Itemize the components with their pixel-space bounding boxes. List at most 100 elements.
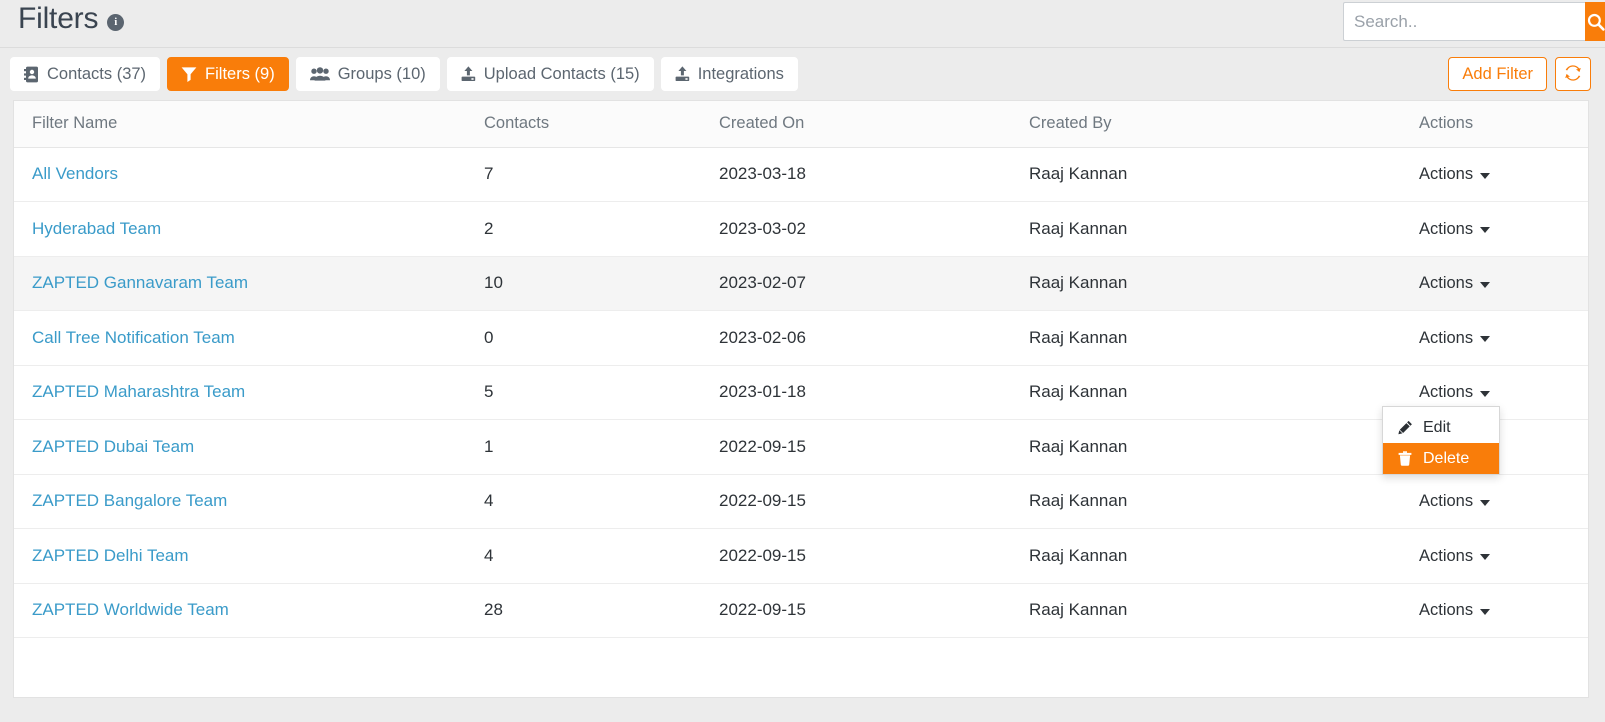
tab-filters-label: Filters (9)	[205, 64, 275, 83]
tab-groups-label: Groups (10)	[337, 64, 426, 83]
info-circle-icon[interactable]: i	[107, 13, 125, 31]
upload-icon	[675, 66, 690, 82]
table-row: ZAPTED Dubai Team12022-09-15Raaj KannanA…	[14, 419, 1588, 475]
users-icon	[309, 66, 330, 82]
refresh-button[interactable]	[1555, 57, 1591, 91]
actions-label: Actions	[1419, 492, 1474, 511]
filter-name-link[interactable]: ZAPTED Delhi Team	[32, 546, 189, 565]
upload-icon	[461, 66, 476, 82]
chevron-down-icon	[1480, 172, 1491, 179]
chevron-down-icon	[1480, 499, 1491, 506]
tab-filters[interactable]: Filters (9)	[167, 57, 289, 91]
cell-created-on: 2023-02-06	[719, 310, 1029, 366]
cell-actions: Actions	[1419, 583, 1588, 638]
column-header-created-on: Created On	[719, 101, 1029, 148]
search-button[interactable]	[1585, 2, 1605, 41]
actions-dropdown-menu: Edit Delete	[1382, 406, 1500, 475]
filter-name-link[interactable]: ZAPTED Worldwide Team	[32, 600, 229, 619]
filter-name-link[interactable]: ZAPTED Bangalore Team	[32, 491, 227, 510]
chevron-down-icon	[1480, 281, 1491, 288]
toolbar-right-actions: Add Filter	[1448, 57, 1591, 91]
filter-name-link[interactable]: Hyderabad Team	[32, 219, 161, 238]
address-book-icon	[24, 66, 39, 83]
actions-dropdown-toggle[interactable]: Actions	[1419, 165, 1491, 184]
tab-contacts[interactable]: Contacts (37)	[10, 57, 161, 91]
cell-actions: Actions	[1419, 201, 1588, 257]
page-title: Filters	[18, 2, 99, 35]
chevron-down-icon	[1480, 227, 1491, 234]
filter-name-link[interactable]: Call Tree Notification Team	[32, 328, 235, 347]
filter-name-link[interactable]: ZAPTED Gannavaram Team	[32, 273, 248, 292]
tab-integrations-label: Integrations	[697, 64, 784, 83]
cell-created-by: Raaj Kannan	[1029, 528, 1419, 584]
cell-created-on: 2023-01-18	[719, 365, 1029, 420]
table-head: Filter Name Contacts Created On Created …	[14, 101, 1588, 148]
cell-contacts: 10	[484, 256, 719, 311]
cell-contacts: 1	[484, 419, 719, 475]
dropdown-item-delete[interactable]: Delete	[1383, 443, 1499, 474]
cell-contacts: 7	[484, 147, 719, 202]
actions-label: Actions	[1419, 383, 1474, 402]
cell-filter-name: Call Tree Notification Team	[14, 310, 484, 366]
filters-page: Filters i Search.. Contacts (37) Filters…	[0, 0, 1605, 722]
tab-upload-contacts[interactable]: Upload Contacts (15)	[446, 57, 654, 91]
table-row: Call Tree Notification Team 0 2023-02-06 Ra…	[14, 310, 1588, 366]
cell-contacts: 5	[484, 365, 719, 420]
pencil-icon	[1397, 420, 1413, 435]
tab-upload-contacts-label: Upload Contacts (15)	[483, 64, 640, 83]
cell-created-on: 2023-03-18	[719, 147, 1029, 202]
column-header-created-by: Created By	[1029, 101, 1419, 148]
table-row: ZAPTED Gannavaram Team 10 2023-02-07 Raaj K…	[14, 256, 1588, 311]
filter-name-link[interactable]: All Vendors	[32, 164, 118, 183]
actions-dropdown-toggle[interactable]: Actions	[1419, 547, 1491, 566]
cell-created-on: 2022-09-15	[719, 419, 1029, 475]
dropdown-item-edit[interactable]: Edit	[1383, 412, 1499, 443]
cell-created-by: Raaj Kannan	[1029, 256, 1419, 311]
table-row: ZAPTED Maharashtra Team 5 2023-01-18 Raaj K…	[14, 365, 1588, 420]
column-header-filter-name: Filter Name	[14, 101, 484, 148]
actions-dropdown-toggle[interactable]: Actions	[1419, 219, 1491, 239]
cell-actions: Actions	[1419, 310, 1588, 366]
table-row: ZAPTED Worldwide Team 28 2022-09-15 Raaj Ka…	[14, 583, 1588, 638]
actions-label: Actions	[1419, 219, 1474, 238]
cell-created-by: Raaj Kannan	[1029, 310, 1419, 366]
column-header-contacts: Contacts	[484, 101, 719, 148]
cell-actions: Actions	[1419, 147, 1588, 202]
filter-name-link[interactable]: ZAPTED Dubai Team	[32, 437, 194, 456]
cell-created-on: 2023-03-02	[719, 201, 1029, 257]
tab-contacts-label: Contacts (37)	[47, 64, 147, 83]
search-box	[1343, 2, 1605, 41]
filter-name-link[interactable]: ZAPTED Maharashtra Team	[32, 382, 245, 401]
add-filter-button[interactable]: Add Filter	[1448, 57, 1547, 91]
table-row: All Vendors 7 2023-03-18 Raaj Kannan Actions	[14, 147, 1588, 202]
actions-dropdown-toggle[interactable]: Actions	[1419, 383, 1491, 402]
tab-groups[interactable]: Groups (10)	[295, 57, 440, 91]
cell-created-by: Raaj Kannan	[1029, 147, 1419, 202]
search-input[interactable]	[1343, 2, 1585, 41]
actions-dropdown-toggle[interactable]: Actions	[1419, 601, 1491, 620]
cell-actions: Actions	[1419, 256, 1588, 311]
page-title-wrap: Filters i	[18, 0, 125, 37]
actions-dropdown-toggle[interactable]: Actions	[1419, 492, 1491, 511]
cell-contacts: 4	[484, 474, 719, 529]
cell-contacts: 0	[484, 310, 719, 366]
chevron-down-icon	[1480, 554, 1491, 561]
page-header: Filters i	[0, 0, 1605, 47]
cell-filter-name: All Vendors	[14, 147, 484, 202]
cell-created-on: 2022-09-15	[719, 528, 1029, 584]
cell-contacts: 2	[484, 201, 719, 257]
cell-filter-name: ZAPTED Bangalore Team	[14, 474, 484, 529]
actions-label: Actions	[1419, 601, 1474, 620]
actions-dropdown-toggle[interactable]: Actions	[1419, 274, 1491, 293]
cell-actions: Actions	[1419, 528, 1588, 584]
tab-integrations[interactable]: Integrations	[660, 57, 798, 91]
actions-dropdown-toggle[interactable]: Actions	[1419, 328, 1491, 348]
cell-actions: Actions	[1419, 474, 1588, 529]
table-header-row: Filter Name Contacts Created On Created …	[14, 101, 1588, 148]
table-row: Hyderabad Team 2 2023-03-02 Raaj Kannan Acti…	[14, 201, 1588, 257]
chevron-down-icon	[1480, 608, 1491, 615]
cell-filter-name: ZAPTED Worldwide Team	[14, 583, 484, 638]
tab-list: Contacts (37) Filters (9) Groups (10) Up…	[10, 57, 798, 91]
actions-label: Actions	[1419, 165, 1474, 184]
actions-label: Actions	[1419, 328, 1474, 347]
